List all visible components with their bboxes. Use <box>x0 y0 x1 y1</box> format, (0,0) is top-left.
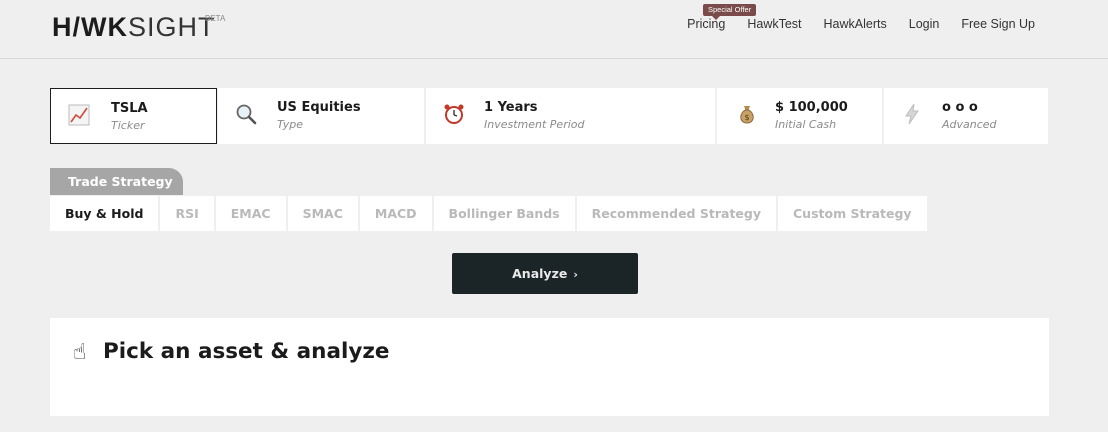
ticker-label: Ticker <box>111 119 145 132</box>
nav-pricing[interactable]: Pricing <box>687 17 725 31</box>
advanced-settings[interactable]: o o o Advanced <box>884 88 1048 144</box>
type-label: Type <box>277 118 304 131</box>
lightning-icon <box>900 102 924 126</box>
ticker-value: TSLA <box>111 101 148 116</box>
trade-strategy-heading: Trade Strategy <box>50 168 183 195</box>
result-title: Pick an asset & analyze <box>103 339 390 364</box>
investment-period-value: 1 Years <box>484 100 538 115</box>
alarm-clock-icon <box>442 102 466 126</box>
strategy-smac[interactable]: SMAC <box>287 196 358 231</box>
magnifier-icon <box>234 102 258 126</box>
strategy-rsi[interactable]: RSI <box>160 196 214 231</box>
money-bag-icon: $ <box>735 102 759 126</box>
initial-cash-label: Initial Cash <box>775 118 837 131</box>
strategy-bollinger-bands[interactable]: Bollinger Bands <box>433 196 575 231</box>
chevron-right-icon: › <box>573 268 578 281</box>
logo-sight-text: SIGHT <box>127 12 216 42</box>
pointing-hand-icon: ☝ <box>73 340 87 365</box>
advanced-value: o o o <box>942 100 978 115</box>
analyze-button[interactable]: Analyze › <box>452 253 638 294</box>
result-panel: ☝ Pick an asset & analyze <box>50 318 1049 416</box>
strategy-macd[interactable]: MACD <box>359 196 432 231</box>
nav-hawktest[interactable]: HawkTest <box>747 17 801 31</box>
investment-period-label: Investment Period <box>484 118 585 131</box>
strategy-custom[interactable]: Custom Strategy <box>778 196 927 231</box>
type-selector[interactable]: US Equities Type <box>218 88 424 144</box>
strategy-tabs: Buy & Hold RSI EMAC SMAC MACD Bollinger … <box>50 196 927 231</box>
top-header: H/WKSIGHT BETA Special Offer Pricing Haw… <box>0 0 1108 59</box>
top-nav: Pricing HawkTest HawkAlerts Login Free S… <box>687 17 1035 31</box>
hawksight-logo[interactable]: H/WKSIGHT BETA <box>52 12 225 43</box>
strategy-buy-hold[interactable]: Buy & Hold <box>50 196 159 231</box>
initial-cash-selector[interactable]: $ $ 100,000 Initial Cash <box>717 88 882 144</box>
investment-period-selector[interactable]: 1 Years Investment Period <box>426 88 715 144</box>
nav-login[interactable]: Login <box>909 17 940 31</box>
special-offer-badge: Special Offer <box>703 4 757 20</box>
nav-hawkalerts[interactable]: HawkAlerts <box>824 17 887 31</box>
ticker-selector[interactable]: TSLA Ticker <box>50 88 217 144</box>
chart-line-icon <box>67 103 91 127</box>
type-value: US Equities <box>277 100 361 115</box>
svg-text:$: $ <box>744 113 749 122</box>
beta-badge: BETA <box>205 14 226 23</box>
nav-free-sign-up[interactable]: Free Sign Up <box>961 17 1035 31</box>
strategy-emac[interactable]: EMAC <box>215 196 286 231</box>
initial-cash-value: $ 100,000 <box>775 100 848 115</box>
strategy-recommended[interactable]: Recommended Strategy <box>576 196 776 231</box>
logo-hawk-text: H/WK <box>52 12 128 42</box>
analyze-label: Analyze <box>512 266 568 281</box>
advanced-label: Advanced <box>942 118 997 131</box>
